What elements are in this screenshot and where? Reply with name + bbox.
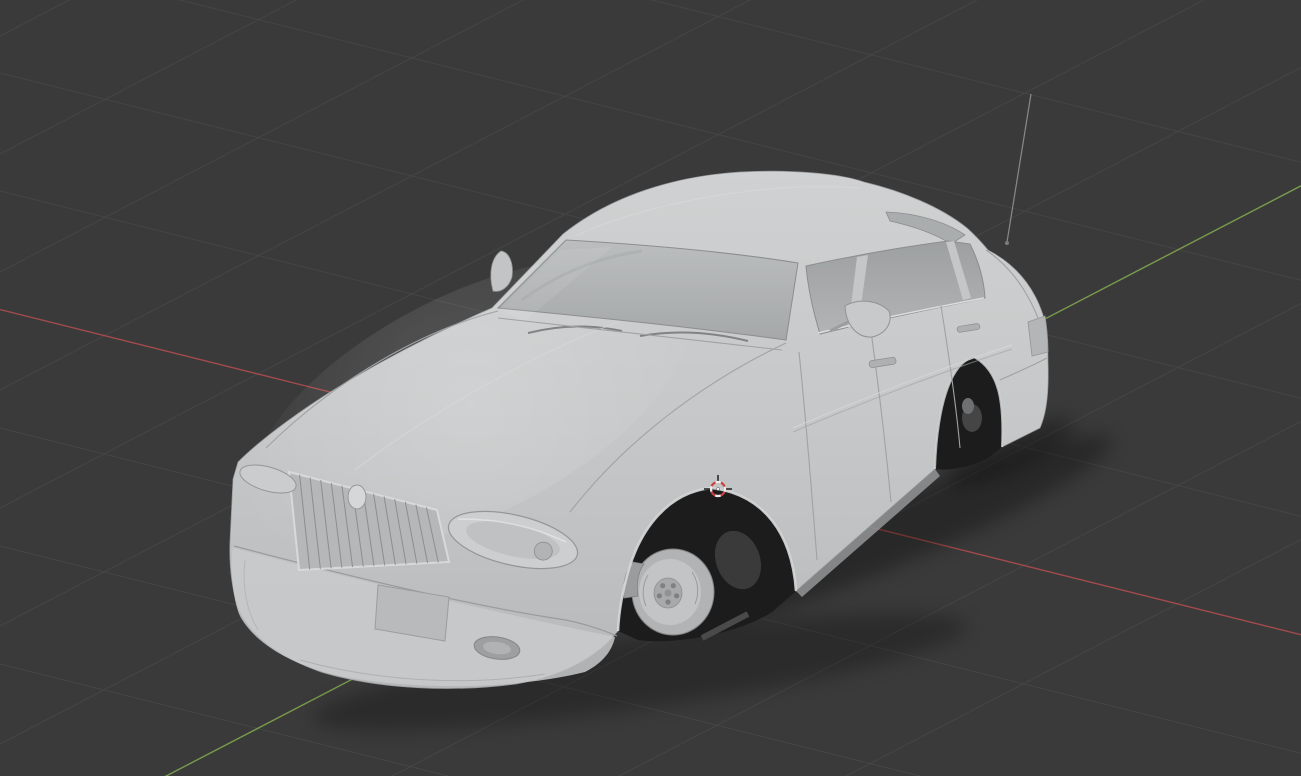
grid-line	[0, 0, 71, 37]
antenna	[1005, 93, 1032, 245]
car-model[interactable]	[206, 93, 1049, 689]
grid-line	[649, 0, 1301, 163]
tail-lamp	[1027, 315, 1049, 357]
3d-viewport[interactable]	[0, 0, 1301, 776]
viewport-canvas[interactable]	[0, 0, 1301, 776]
cursor-center-dot	[716, 487, 720, 491]
grille-emblem	[347, 484, 367, 510]
grid-line	[0, 0, 298, 155]
